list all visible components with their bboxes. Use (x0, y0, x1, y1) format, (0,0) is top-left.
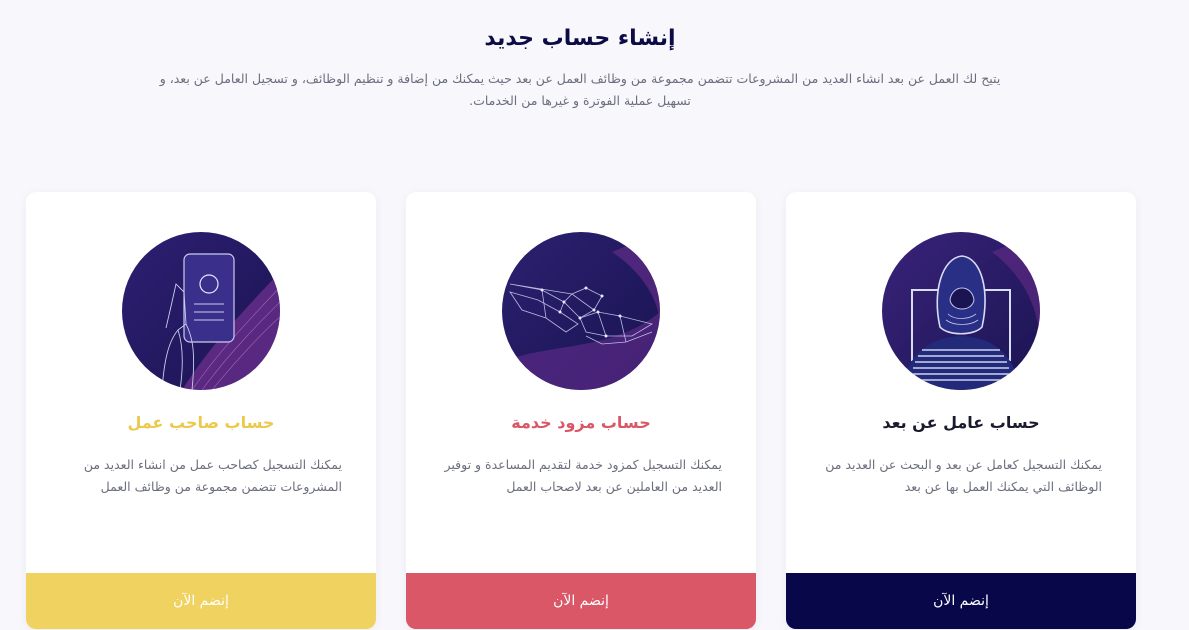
card-description: يمكنك التسجيل كصاحب عمل من انشاء العديد … (83, 457, 342, 494)
card-employer: حساب صاحب عمل يمكنك التسجيل كصاحب عمل من… (26, 192, 376, 629)
mobile-hand-icon (122, 232, 280, 390)
card-description: يمكنك التسجيل كعامل عن بعد و البحث عن ال… (825, 457, 1102, 494)
card-title: حساب صاحب عمل (127, 413, 275, 432)
card-title: حساب عامل عن بعد (882, 413, 1040, 432)
card-remote-worker: حساب عامل عن بعد يمكنك التسجيل كعامل عن … (786, 192, 1136, 629)
remote-worker-icon (882, 232, 1040, 390)
join-now-button[interactable]: إنضم الآن (26, 573, 376, 629)
card-title: حساب مزود خدمة (511, 413, 651, 432)
join-now-button[interactable]: إنضم الآن (406, 573, 756, 629)
join-now-button[interactable]: إنضم الآن (786, 573, 1136, 629)
page: إنشاء حساب جديد يتيح لك العمل عن بعد انش… (0, 0, 1189, 630)
handshake-icon (502, 232, 660, 390)
page-header: إنشاء حساب جديد يتيح لك العمل عن بعد انش… (0, 22, 1160, 112)
card-service-provider: حساب مزود خدمة يمكنك التسجيل كمزود خدمة … (406, 192, 756, 629)
page-description: يتيح لك العمل عن بعد انشاء العديد من الم… (159, 71, 1001, 108)
card-description: يمكنك التسجيل كمزود خدمة لتقديم المساعدة… (444, 457, 722, 494)
page-title: إنشاء حساب جديد (484, 26, 676, 51)
